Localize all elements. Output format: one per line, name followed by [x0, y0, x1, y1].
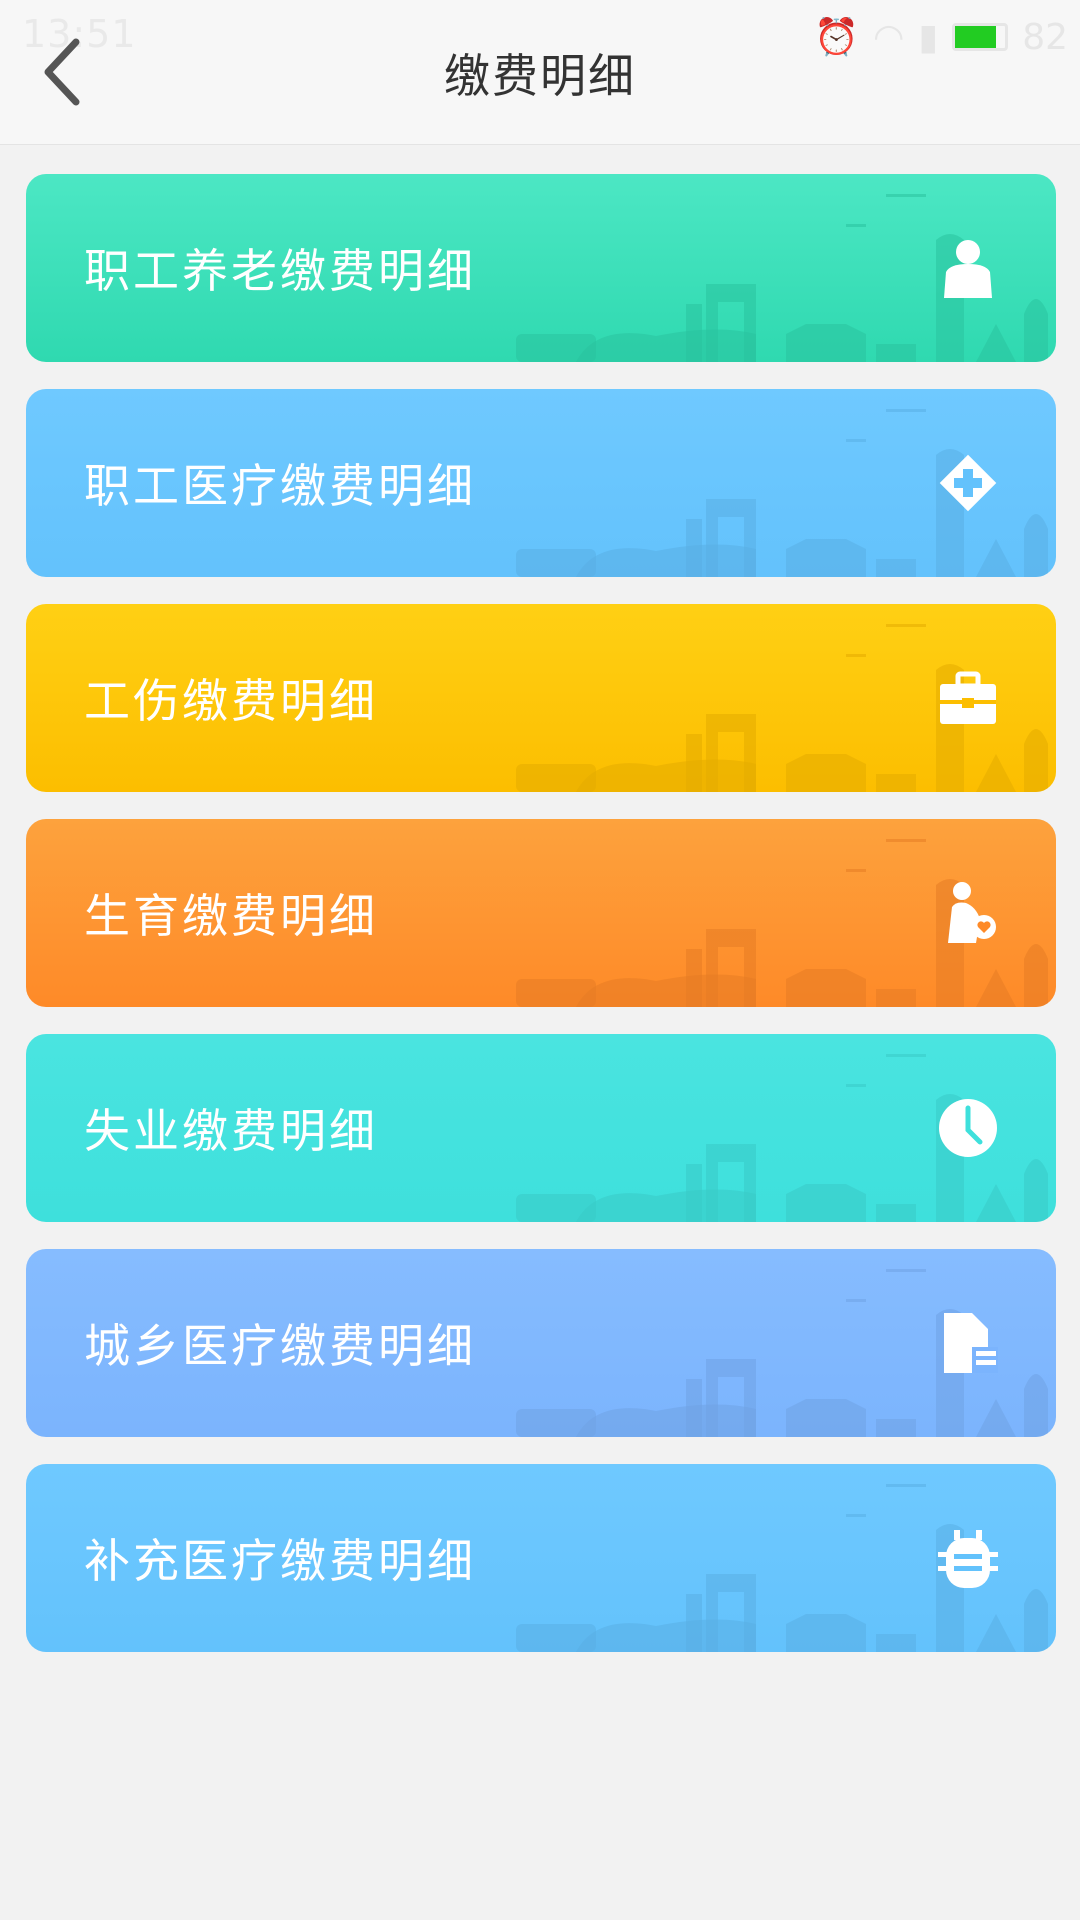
page-title: 缴费明细 — [444, 49, 636, 103]
document-icon — [944, 1313, 998, 1373]
card-employee-medical[interactable]: 职工医疗缴费明细 — [26, 389, 1056, 577]
card-label: 城乡医疗缴费明细 — [84, 1319, 476, 1373]
card-unemployment[interactable]: 失业缴费明细 — [26, 1034, 1056, 1222]
card-label: 职工养老缴费明细 — [84, 244, 476, 298]
medkit-icon — [940, 671, 996, 724]
card-label: 职工医疗缴费明细 — [84, 459, 476, 513]
app-header: 13:51 ⏰ ◠ ▮ 82 缴费明细 — [0, 0, 1080, 145]
card-urban-rural-medical[interactable]: 城乡医疗缴费明细 — [26, 1249, 1056, 1437]
card-supplementary-medical[interactable]: 补充医疗缴费明细 — [26, 1464, 1056, 1652]
bug-icon — [938, 1530, 998, 1588]
maternity-icon — [948, 882, 996, 943]
medical-cross-icon — [939, 454, 997, 512]
card-label: 补充医疗缴费明细 — [84, 1534, 476, 1588]
card-maternity[interactable]: 生育缴费明细 — [26, 819, 1056, 1007]
person-icon — [944, 240, 992, 298]
card-label: 生育缴费明细 — [84, 889, 378, 943]
card-label: 失业缴费明细 — [84, 1104, 378, 1158]
card-work-injury[interactable]: 工伤缴费明细 — [26, 604, 1056, 792]
payment-category-list: 职工养老缴费明细 职工医疗缴费明细 工伤缴费明细 生育缴费明细 失业缴费明细 城… — [26, 174, 1056, 1679]
card-label: 工伤缴费明细 — [84, 674, 378, 728]
card-pension[interactable]: 职工养老缴费明细 — [26, 174, 1056, 362]
clock-icon — [939, 1099, 997, 1157]
